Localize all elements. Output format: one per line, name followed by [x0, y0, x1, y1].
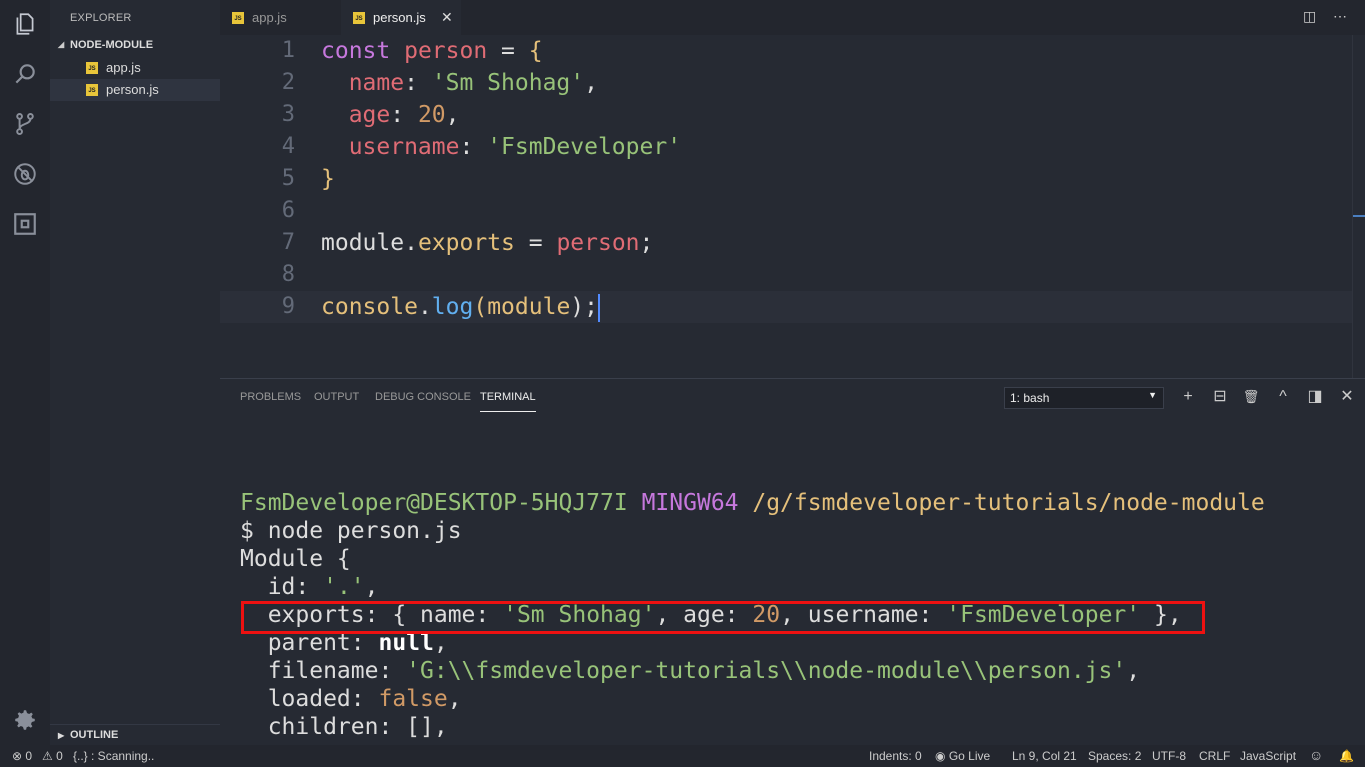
- chevron-down-icon: ◢: [58, 40, 65, 49]
- code-line[interactable]: 9 console.log(module);: [220, 291, 1353, 323]
- go-live-button[interactable]: ◉ Go Live: [935, 749, 990, 763]
- code-line[interactable]: 3 age: 20,: [220, 99, 1353, 131]
- terminal-select[interactable]: 1: bash ▼: [1004, 387, 1164, 409]
- line-number: 5: [281, 166, 295, 191]
- terminal-line: FsmDeveloper@DESKTOP-5HQJ77I MINGW64 /g/…: [240, 490, 1265, 516]
- tab-actions: ◫ ⋯: [1293, 8, 1353, 28]
- chevron-right-icon: ▶: [58, 731, 65, 740]
- language-mode[interactable]: JavaScript: [1240, 749, 1296, 763]
- spaces-status[interactable]: Spaces: 2: [1088, 749, 1141, 763]
- code-text: }: [321, 166, 335, 192]
- feedback-smiley-icon[interactable]: ☺: [1309, 747, 1323, 763]
- encoding-status[interactable]: UTF-8: [1152, 749, 1186, 763]
- notifications-bell-icon[interactable]: 🔔: [1339, 749, 1354, 763]
- explorer-title: EXPLORER: [70, 12, 132, 24]
- indents-status[interactable]: Indents: 0: [869, 749, 922, 763]
- cursor-position[interactable]: Ln 9, Col 21: [1012, 749, 1077, 763]
- tab-problems[interactable]: PROBLEMS: [240, 391, 301, 403]
- dropdown-arrow-icon: ▼: [1148, 390, 1157, 400]
- line-number: 1: [281, 38, 295, 63]
- js-file-icon: JS: [232, 12, 244, 24]
- tab-output[interactable]: OUTPUT: [314, 391, 359, 403]
- terminal-line: id: '.',: [240, 574, 379, 600]
- line-number: 8: [281, 262, 295, 287]
- tab-person-js[interactable]: JS person.js ✕: [341, 0, 461, 35]
- line-number: 7: [281, 230, 295, 255]
- tab-debug-console[interactable]: DEBUG CONSOLE: [375, 391, 471, 403]
- editor-tabs: JS app.js JS person.js ✕ ◫ ⋯: [220, 0, 1365, 35]
- code-editor[interactable]: 1 const person = {2 name: 'Sm Shohag', 3 a…: [220, 35, 1353, 378]
- code-line[interactable]: 2 name: 'Sm Shohag',: [220, 67, 1353, 99]
- status-bar: ⊗ 0 ⚠ 0 {..} : Scanning.. Indents: 0 ◉ G…: [0, 745, 1365, 767]
- toggle-panel-icon[interactable]: ◨: [1305, 387, 1325, 407]
- search-icon[interactable]: [0, 54, 50, 94]
- terminal-line: $ node person.js: [240, 518, 462, 544]
- code-line[interactable]: 1 const person = {: [220, 35, 1353, 67]
- code-line[interactable]: 5}: [220, 163, 1353, 195]
- code-line[interactable]: 8: [220, 259, 1353, 291]
- file-app-js[interactable]: JS app.js: [50, 57, 220, 79]
- maximize-panel-icon[interactable]: ^: [1273, 387, 1293, 407]
- tab-app-js[interactable]: JS app.js: [220, 0, 340, 35]
- source-control-icon[interactable]: [0, 104, 50, 144]
- editor-scrollbar[interactable]: [1352, 35, 1365, 378]
- close-tab-icon[interactable]: ✕: [441, 9, 453, 26]
- code-text: name: 'Sm Shohag',: [321, 70, 598, 96]
- file-person-js[interactable]: JS person.js: [50, 79, 220, 101]
- code-text: module.exports = person;: [321, 230, 654, 256]
- debug-icon[interactable]: [0, 154, 50, 194]
- folder-node-module[interactable]: ◢ NODE-MODULE: [50, 37, 220, 55]
- files-icon[interactable]: [0, 4, 50, 44]
- code-text: age: 20,: [321, 102, 460, 128]
- outline-section[interactable]: ▶ OUTLINE: [50, 724, 220, 746]
- terminal-line: children: [],: [240, 714, 448, 740]
- js-file-icon: JS: [86, 84, 98, 96]
- errors-count[interactable]: ⊗ 0: [12, 749, 32, 763]
- trash-icon[interactable]: 🗑: [1241, 387, 1261, 407]
- scrollbar-marker: [1353, 215, 1365, 217]
- terminal-line: filename: 'G:\\fsmdeveloper-tutorials\\n…: [240, 658, 1141, 684]
- code-line[interactable]: 7 module.exports = person;: [220, 227, 1353, 259]
- text-cursor: [598, 293, 600, 322]
- close-panel-icon[interactable]: ✕: [1337, 387, 1357, 407]
- js-file-icon: JS: [353, 12, 365, 24]
- broadcast-icon: ◉: [935, 749, 949, 763]
- settings-gear-icon[interactable]: [0, 700, 50, 740]
- split-editor-icon[interactable]: ◫: [1303, 8, 1316, 25]
- more-actions-icon[interactable]: ⋯: [1333, 8, 1347, 25]
- activity-bar: [0, 0, 50, 745]
- bottom-panel: PROBLEMS OUTPUT DEBUG CONSOLE TERMINAL 1…: [220, 378, 1365, 746]
- line-number: 2: [281, 70, 295, 95]
- scanning-status: {..} : Scanning..: [73, 749, 155, 763]
- extensions-icon[interactable]: [0, 204, 50, 244]
- line-number: 3: [281, 102, 295, 127]
- terminal-line: loaded: false,: [240, 686, 462, 712]
- eol-status[interactable]: CRLF: [1199, 749, 1230, 763]
- tab-terminal[interactable]: TERMINAL: [480, 391, 536, 412]
- highlight-box: [241, 601, 1205, 634]
- line-number: 9: [281, 294, 295, 319]
- warnings-count[interactable]: ⚠ 0: [42, 749, 63, 763]
- line-number: 4: [281, 134, 295, 159]
- code-text: const person = {: [321, 38, 543, 64]
- new-terminal-icon[interactable]: +: [1178, 387, 1198, 407]
- code-line[interactable]: 4 username: 'FsmDeveloper': [220, 131, 1353, 163]
- split-terminal-icon[interactable]: ⊟: [1210, 387, 1230, 407]
- terminal-line: Module {: [240, 546, 351, 572]
- code-line[interactable]: 6: [220, 195, 1353, 227]
- explorer-sidebar: EXPLORER ◢ NODE-MODULE JS app.js JS pers…: [50, 0, 220, 745]
- code-text: username: 'FsmDeveloper': [321, 134, 682, 160]
- js-file-icon: JS: [86, 62, 98, 74]
- code-text: console.log(module);: [321, 293, 600, 322]
- line-number: 6: [281, 198, 295, 223]
